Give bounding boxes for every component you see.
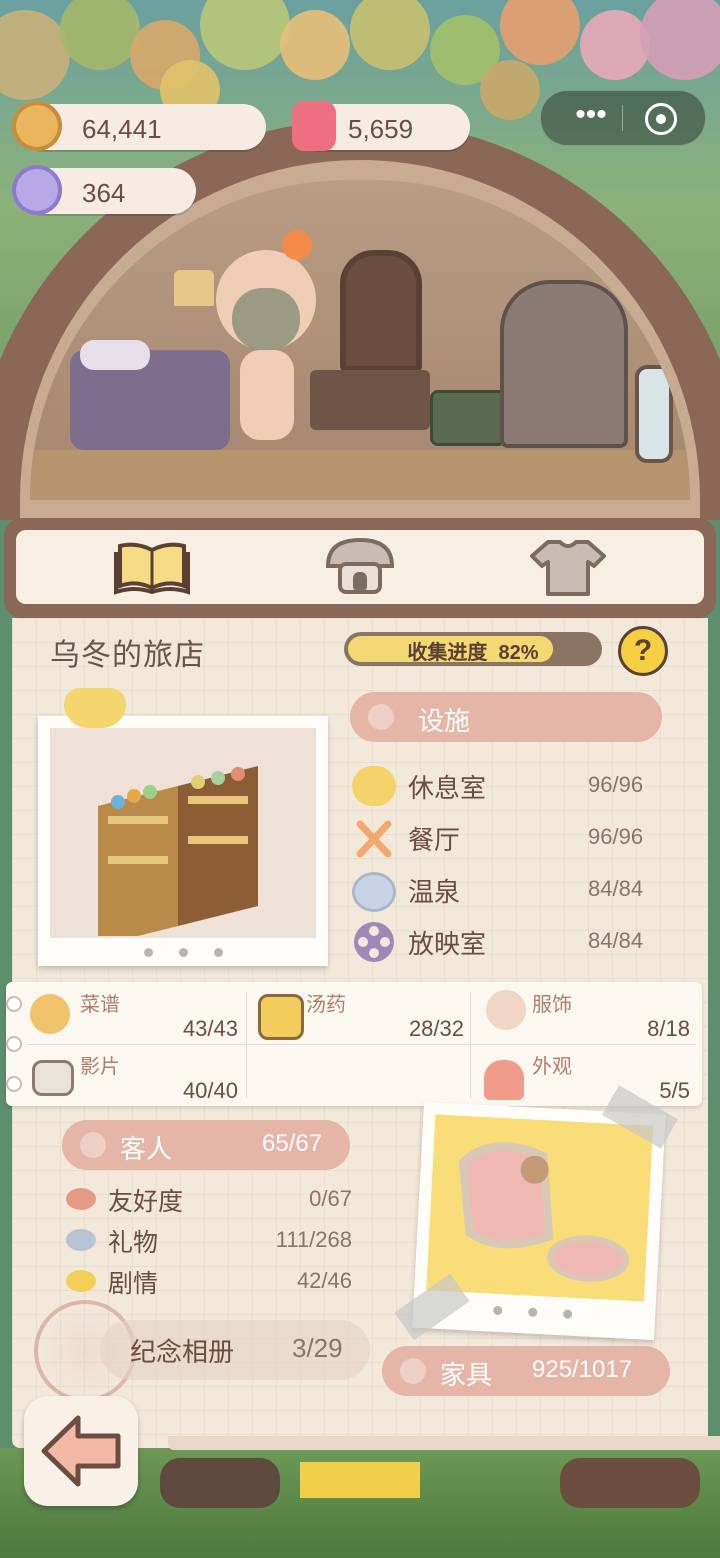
paw-icon bbox=[368, 704, 394, 730]
album-label: 纪念相册 bbox=[130, 1337, 235, 1367]
help-button[interactable]: ? bbox=[618, 626, 668, 676]
furniture-count: 925/1017 bbox=[532, 1356, 633, 1383]
guests-header[interactable]: 客人 65/67 bbox=[62, 1120, 350, 1170]
costume-icon bbox=[486, 990, 526, 1030]
facility-restaurant-value: 96/96 bbox=[588, 824, 644, 849]
facility-hotspring-value: 84/84 bbox=[588, 876, 644, 901]
guest-story-value: 42/46 bbox=[296, 1268, 352, 1293]
cookie-icon bbox=[12, 101, 62, 151]
category-value: 43/43 bbox=[182, 1016, 238, 1041]
guest-story-label: 剧情 bbox=[108, 1270, 159, 1298]
hot-spring-icon bbox=[352, 872, 396, 912]
gem-count: 364 bbox=[82, 178, 126, 208]
facility-theater-value: 84/84 bbox=[588, 928, 644, 953]
cookie-currency[interactable]: 64,441 bbox=[12, 101, 266, 151]
category-recipes[interactable]: 菜谱 43/43 bbox=[22, 988, 246, 1044]
facilities-header-label: 设施 bbox=[418, 706, 471, 736]
mushroom-house-icon bbox=[325, 537, 395, 594]
category-label: 菜谱 bbox=[80, 994, 120, 1016]
clapper-icon bbox=[32, 1060, 74, 1096]
carousel-dots bbox=[493, 1305, 573, 1319]
paw-icon bbox=[400, 1358, 426, 1384]
category-appearance[interactable]: 外观 5/5 bbox=[476, 1048, 696, 1104]
treasure-chest[interactable] bbox=[430, 390, 506, 446]
furniture-header[interactable]: 家具 925/1017 bbox=[382, 1346, 670, 1396]
guest-gifts-value: 111/268 bbox=[275, 1227, 352, 1252]
dish-icon bbox=[30, 994, 70, 1034]
binder-ring bbox=[6, 996, 22, 1012]
fork-spoon-icon bbox=[356, 820, 392, 858]
inn-title: 乌冬的旅店 bbox=[50, 639, 205, 672]
house-icon bbox=[484, 1060, 524, 1100]
binder-ring bbox=[6, 1076, 22, 1092]
category-potions[interactable]: 汤药 28/32 bbox=[250, 988, 470, 1044]
guest-gifts-label: 礼物 bbox=[108, 1229, 159, 1257]
more-menu-icon[interactable]: ••• bbox=[561, 100, 621, 133]
facility-theater-label: 放映室 bbox=[408, 929, 487, 959]
tab-outfit[interactable] bbox=[508, 536, 628, 598]
candle-icon bbox=[292, 101, 336, 151]
category-label: 外观 bbox=[532, 1056, 572, 1078]
guest-friendship-value: 0/67 bbox=[309, 1186, 352, 1211]
miniprogram-capsule: ••• bbox=[540, 90, 706, 146]
heart-icon bbox=[66, 1270, 96, 1292]
mirror bbox=[635, 365, 673, 463]
shirt-icon bbox=[530, 540, 606, 596]
heart-icon bbox=[66, 1229, 96, 1251]
book-icon bbox=[114, 542, 190, 595]
guests-count: 65/67 bbox=[262, 1130, 323, 1157]
cookie-count: 64,441 bbox=[82, 114, 162, 144]
category-label: 服饰 bbox=[532, 994, 572, 1016]
shelf-illustration bbox=[98, 766, 258, 936]
progress-value: 82% bbox=[498, 642, 539, 664]
tab-collection[interactable] bbox=[92, 536, 212, 598]
gem-icon bbox=[12, 165, 62, 215]
back-arrow-icon bbox=[41, 1415, 121, 1487]
category-label: 汤药 bbox=[306, 994, 346, 1016]
category-films[interactable]: 影片 40/40 bbox=[22, 1048, 246, 1104]
facility-lounge-label: 休息室 bbox=[408, 773, 487, 803]
heart-tape-icon bbox=[64, 688, 126, 728]
heart-icon bbox=[66, 1188, 96, 1210]
inn-room-scene bbox=[0, 0, 720, 520]
panel-bottom-edge bbox=[168, 1436, 720, 1450]
back-button[interactable] bbox=[24, 1396, 138, 1506]
progress-text: 收集进度 82% bbox=[344, 636, 602, 665]
film-reel-icon bbox=[354, 922, 394, 962]
tab-hotel[interactable] bbox=[300, 536, 420, 598]
category-label: 影片 bbox=[80, 1056, 120, 1078]
facilities-header: 设施 bbox=[350, 692, 662, 742]
facility-lounge-value: 96/96 bbox=[588, 772, 644, 797]
category-value: 40/40 bbox=[182, 1078, 238, 1103]
guests-header-label: 客人 bbox=[120, 1134, 173, 1164]
character-udon[interactable] bbox=[206, 230, 326, 470]
cloud-icon bbox=[352, 766, 396, 806]
category-value: 28/32 bbox=[408, 1016, 464, 1041]
desk bbox=[310, 370, 430, 430]
gem-currency[interactable]: 364 bbox=[12, 165, 196, 215]
divider bbox=[246, 992, 247, 1098]
facility-photo-card[interactable] bbox=[38, 716, 328, 966]
facility-hotspring-label: 温泉 bbox=[408, 877, 461, 907]
category-value: 8/18 bbox=[647, 1016, 690, 1041]
candle-count: 5,659 bbox=[348, 114, 414, 144]
potion-icon bbox=[258, 994, 304, 1040]
candle-currency[interactable]: 5,659 bbox=[292, 101, 470, 151]
close-miniprogram-icon[interactable] bbox=[645, 103, 677, 135]
divider bbox=[26, 1044, 696, 1045]
wardrobe[interactable] bbox=[500, 280, 628, 448]
category-costumes[interactable]: 服饰 8/18 bbox=[476, 988, 696, 1044]
guest-friendship-label: 友好度 bbox=[108, 1188, 184, 1216]
furniture-label: 家具 bbox=[440, 1360, 493, 1390]
carousel-dots bbox=[144, 948, 223, 957]
paw-icon bbox=[80, 1132, 106, 1158]
facility-restaurant-label: 餐厅 bbox=[408, 825, 461, 855]
window bbox=[340, 250, 422, 372]
binder-ring bbox=[6, 1036, 22, 1052]
divider bbox=[470, 992, 471, 1098]
progress-label: 收集进度 bbox=[407, 642, 488, 664]
armchair-illustration bbox=[458, 1142, 630, 1282]
album-value: 3/29 bbox=[292, 1333, 343, 1363]
